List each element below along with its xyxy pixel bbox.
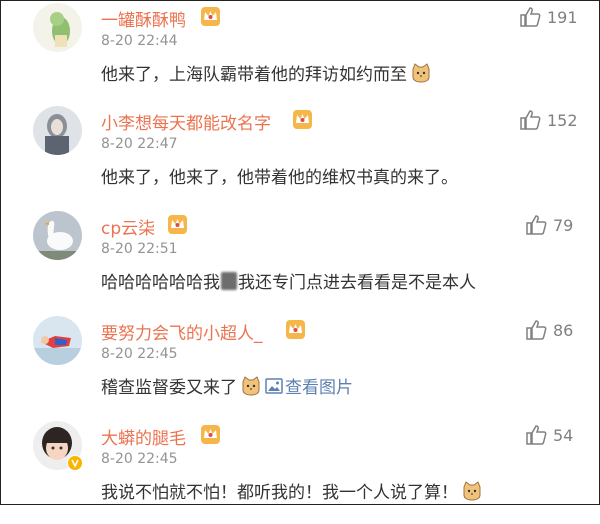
crown-badge-icon xyxy=(201,7,220,26)
like-count: 54 xyxy=(553,425,574,445)
crown-badge-icon xyxy=(286,320,305,339)
comment-body: 他来了，他来了，他带着他的维权书真的来了。 xyxy=(101,168,458,188)
crown-badge-icon xyxy=(201,425,220,444)
censored-blur xyxy=(221,271,237,290)
timestamp: 8-20 22:45 xyxy=(101,451,178,467)
thumbs-up-icon xyxy=(526,320,547,340)
timestamp: 8-20 22:44 xyxy=(101,33,178,49)
comment-text: 他来了，他来了，他带着他的维权书真的来了。 xyxy=(101,163,458,188)
timestamp: 8-20 22:51 xyxy=(101,241,178,257)
like-count: 86 xyxy=(553,320,574,340)
username[interactable]: cp云柒 xyxy=(101,214,155,239)
like-count: 152 xyxy=(547,110,578,130)
comment-item: 小李想每天都能改名字 8-20 22:47 152 他来了，他来了，他带着他的维… xyxy=(0,103,600,209)
comment-body: 哈哈哈哈哈哈我 xyxy=(101,273,220,293)
comment-text: 哈哈哈哈哈哈我 我还专门点进去看看是不是本人 xyxy=(101,268,476,293)
avatar[interactable] xyxy=(33,211,82,260)
like-button[interactable]: 54 xyxy=(525,424,573,446)
like-button[interactable]: 191 xyxy=(519,6,578,28)
thumbs-up-icon xyxy=(526,425,547,445)
comment-body: 他来了，上海队霸带着他的拜访如约而至 xyxy=(101,65,407,85)
comment-item: cp云柒 8-20 22:51 79 哈哈哈哈哈哈我 我还专门点进去看看是不是本… xyxy=(0,208,600,314)
comment-text: 他来了，上海队霸带着他的拜访如约而至 xyxy=(101,60,431,85)
username[interactable]: 小李想每天都能改名字 xyxy=(101,109,271,134)
comment-body: 我说不怕就不怕！都听我的！我一个人说了算！ xyxy=(101,483,458,503)
cat-face-icon xyxy=(463,480,481,501)
view-picture-link[interactable]: 查看图片 xyxy=(265,373,353,398)
username[interactable]: 要努力会飞的小超人_ xyxy=(101,319,263,344)
username[interactable]: 一罐酥酥鸭 xyxy=(101,6,186,31)
cat-face-icon xyxy=(412,62,430,83)
username[interactable]: 大蟒的腿毛 xyxy=(101,424,186,449)
crown-badge-icon xyxy=(293,110,312,129)
avatar[interactable] xyxy=(33,106,82,155)
cat-face-icon xyxy=(242,375,260,396)
comment-body-continued: 我还专门点进去看看是不是本人 xyxy=(238,273,476,293)
like-button[interactable]: 86 xyxy=(525,319,573,341)
avatar[interactable] xyxy=(33,316,82,365)
picture-icon xyxy=(265,377,283,394)
avatar[interactable] xyxy=(33,3,82,52)
like-count: 191 xyxy=(547,7,578,27)
comment-item: 大蟒的腿毛 8-20 22:45 54 我说不怕就不怕！都听我的！我一个人说了算… xyxy=(0,418,600,524)
view-picture-label: 查看图片 xyxy=(285,378,353,398)
comment-item: 一罐酥酥鸭 8-20 22:44 191 他来了，上海队霸带着他的拜访如约而至 xyxy=(0,0,600,106)
comment-body: 稽查监督委又来了 xyxy=(101,378,237,398)
thumbs-up-icon xyxy=(520,110,541,130)
thumbs-up-icon xyxy=(520,7,541,27)
comment-text: 我说不怕就不怕！都听我的！我一个人说了算！ xyxy=(101,478,482,503)
comment-text: 稽查监督委又来了 查看图片 xyxy=(101,373,353,398)
timestamp: 8-20 22:47 xyxy=(101,136,178,152)
thumbs-up-icon xyxy=(526,215,547,235)
verified-badge-icon xyxy=(67,455,83,471)
timestamp: 8-20 22:45 xyxy=(101,346,178,362)
like-button[interactable]: 79 xyxy=(525,214,573,236)
like-count: 79 xyxy=(553,215,574,235)
crown-badge-icon xyxy=(168,215,187,234)
like-button[interactable]: 152 xyxy=(519,109,578,131)
comment-item: 要努力会飞的小超人_ 8-20 22:45 86 稽查监督委又来了 查看图片 xyxy=(0,313,600,419)
